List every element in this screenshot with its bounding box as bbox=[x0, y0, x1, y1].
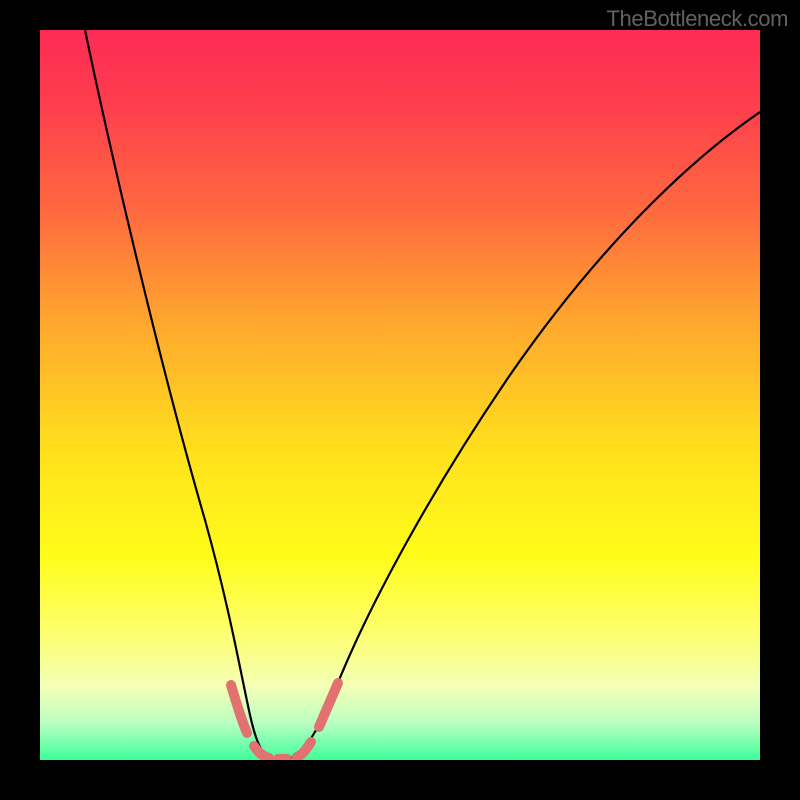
chart-frame: TheBottleneck.com bbox=[0, 0, 800, 800]
watermark-text: TheBottleneck.com bbox=[606, 6, 788, 32]
plot-background bbox=[40, 30, 760, 760]
